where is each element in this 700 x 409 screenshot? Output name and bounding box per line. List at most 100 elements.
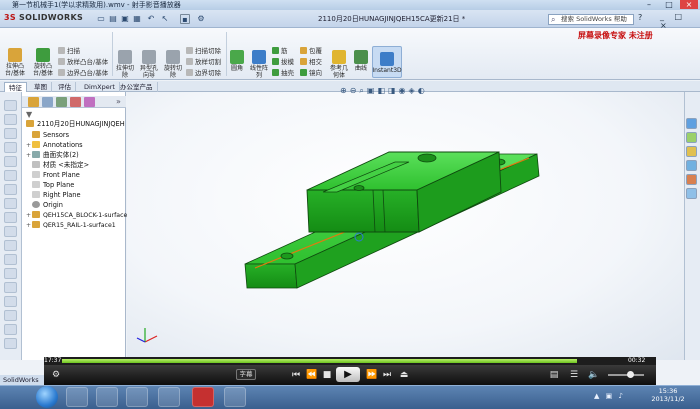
tree-item[interactable]: + Annotations [26,141,83,150]
configuration-tab-icon[interactable] [56,97,67,107]
tool-icon[interactable] [4,338,17,349]
swept-cut-button[interactable]: 扫描切除 [186,47,221,56]
tab-dimxpert[interactable]: DimXpert [80,82,120,92]
start-button[interactable] [36,386,58,408]
tool-icon[interactable] [4,240,17,251]
boundary-boss-button[interactable]: 边界凸台/基体 [58,69,108,78]
tool-icon[interactable] [4,324,17,335]
settings-icon[interactable]: ⚙ [50,369,62,381]
volume-slider-handle[interactable] [627,371,634,378]
tool-icon[interactable] [4,198,17,209]
design-library-icon[interactable] [686,132,697,143]
feature-tree-tab-icon[interactable] [28,97,39,107]
tree-item[interactable]: Front Plane [26,171,80,180]
pdf-icon[interactable] [158,387,180,407]
tool-icon[interactable] [4,184,17,195]
clock[interactable]: 15:36 2013/11/2 [640,387,696,403]
tree-item[interactable]: 材质 <未指定> [26,161,89,170]
tree-item[interactable]: + QER15_RAIL-1-surface1 [26,221,116,230]
volume-icon[interactable]: 🔈 [588,369,600,381]
taskbar-solidworks-label[interactable]: SolidWorks P [0,375,44,394]
intersect-button[interactable]: 相交 [300,58,322,67]
tab-features[interactable]: 特征 [4,82,27,92]
draft-button[interactable]: 拔模 [272,58,294,67]
system-tray[interactable]: ▲ ▣ ♪ [594,392,625,400]
linear-pattern-button[interactable]: 线性阵 列 [248,50,270,79]
revolve-cut-button[interactable]: 旋转切 除 [162,50,184,79]
volume-slider[interactable] [608,374,644,376]
dimxpert-tab-icon[interactable] [70,97,81,107]
tree-item[interactable]: Top Plane [26,181,74,190]
curves-button[interactable]: 曲线 [352,50,370,72]
minimize-button[interactable]: – [640,0,658,9]
tool-icon[interactable] [4,128,17,139]
save-icon[interactable]: ▣ [120,14,130,24]
expand-panel-icon[interactable]: » [116,97,121,106]
hole-wizard-button[interactable]: 异型孔 向导 [138,50,160,79]
instant3d-button[interactable]: Instant3D [372,52,402,74]
tree-item[interactable]: Sensors [26,131,69,140]
extrude-boss-button[interactable]: 拉伸凸 台/基体 [2,48,28,77]
rebuild-icon[interactable]: ▪ [180,14,190,24]
tool-icon[interactable] [4,226,17,237]
maximize-button[interactable]: □ [660,0,678,9]
rewind-icon[interactable]: ⏪ [306,369,318,381]
lofted-cut-button[interactable]: 放样切割 [186,58,221,67]
player-taskbar-icon[interactable] [224,387,246,407]
tool-icon[interactable] [4,254,17,265]
resources-icon[interactable] [686,118,697,129]
tree-root[interactable]: 2110月20日HUNAGJINJQEH [26,120,125,129]
shell-button[interactable]: 抽壳 [272,69,294,78]
property-manager-tab-icon[interactable] [42,97,53,107]
tool-icon[interactable] [4,212,17,223]
rib-button[interactable]: 筋 [272,47,288,56]
boundary-cut-button[interactable]: 边界切除 [186,69,221,78]
equalizer-icon[interactable]: ▤ [548,369,560,381]
view-palette-icon[interactable] [686,160,697,171]
undo-icon[interactable]: ↶ [146,14,156,24]
tree-item[interactable]: + QEH15CA_BLOCK-1-surface [26,211,127,220]
loft-button[interactable]: 放样凸台/基体 [58,58,108,67]
open-file-icon[interactable]: ⏏ [398,369,410,381]
new-icon[interactable]: ▭ [96,14,106,24]
wrap-button[interactable]: 包覆 [300,47,322,56]
playlist-icon[interactable]: ☰ [568,369,580,381]
tool-icon[interactable] [4,296,17,307]
display-manager-tab-icon[interactable] [84,97,95,107]
solidworks-taskbar-icon[interactable] [192,387,214,407]
tool-icon[interactable] [4,100,17,111]
explorer-icon[interactable] [66,387,88,407]
appearances-icon[interactable] [686,174,697,185]
help-search-input[interactable]: ⌕ 搜索 SolidWorks 帮助 [548,14,634,25]
help-icon[interactable]: ? [638,13,642,22]
open-icon[interactable]: ▤ [108,14,118,24]
document-window-controls[interactable]: _ □ × [660,12,696,30]
tool-icon[interactable] [4,268,17,279]
select-icon[interactable]: ↖ [160,14,170,24]
tool-icon[interactable] [4,142,17,153]
tab-office-products[interactable]: 办公室产品 [116,82,158,92]
filter-icon[interactable]: ▼ [26,110,32,119]
custom-properties-icon[interactable] [686,188,697,199]
tab-evaluate[interactable]: 评估 [54,82,76,92]
close-button[interactable]: × [680,0,698,9]
mirror-button[interactable]: 镜向 [300,69,322,78]
play-button[interactable]: ▶ [336,367,360,382]
reference-geometry-button[interactable]: 参考几 何体 [328,50,350,79]
tree-item[interactable]: Origin [26,201,63,210]
tool-icon[interactable] [4,282,17,293]
graphics-viewport[interactable] [127,92,684,360]
subtitle-button[interactable]: 字幕 [236,369,256,380]
extrude-cut-button[interactable]: 拉伸切 除 [114,50,136,79]
fast-forward-icon[interactable]: ⏩ [366,369,378,381]
tab-sketch[interactable]: 草图 [30,82,52,92]
revolve-boss-button[interactable]: 旋转凸 台/基体 [30,48,56,77]
tool-icon[interactable] [4,156,17,167]
file-explorer-icon[interactable] [686,146,697,157]
tree-item[interactable]: + 曲面实体(2) [26,151,79,160]
tool-icon[interactable] [4,170,17,181]
fillet-button[interactable]: 圆角 [228,50,246,72]
stop-icon[interactable]: ■ [321,369,333,381]
previous-icon[interactable]: ⏮ [290,369,302,381]
next-icon[interactable]: ⏭ [381,369,393,381]
